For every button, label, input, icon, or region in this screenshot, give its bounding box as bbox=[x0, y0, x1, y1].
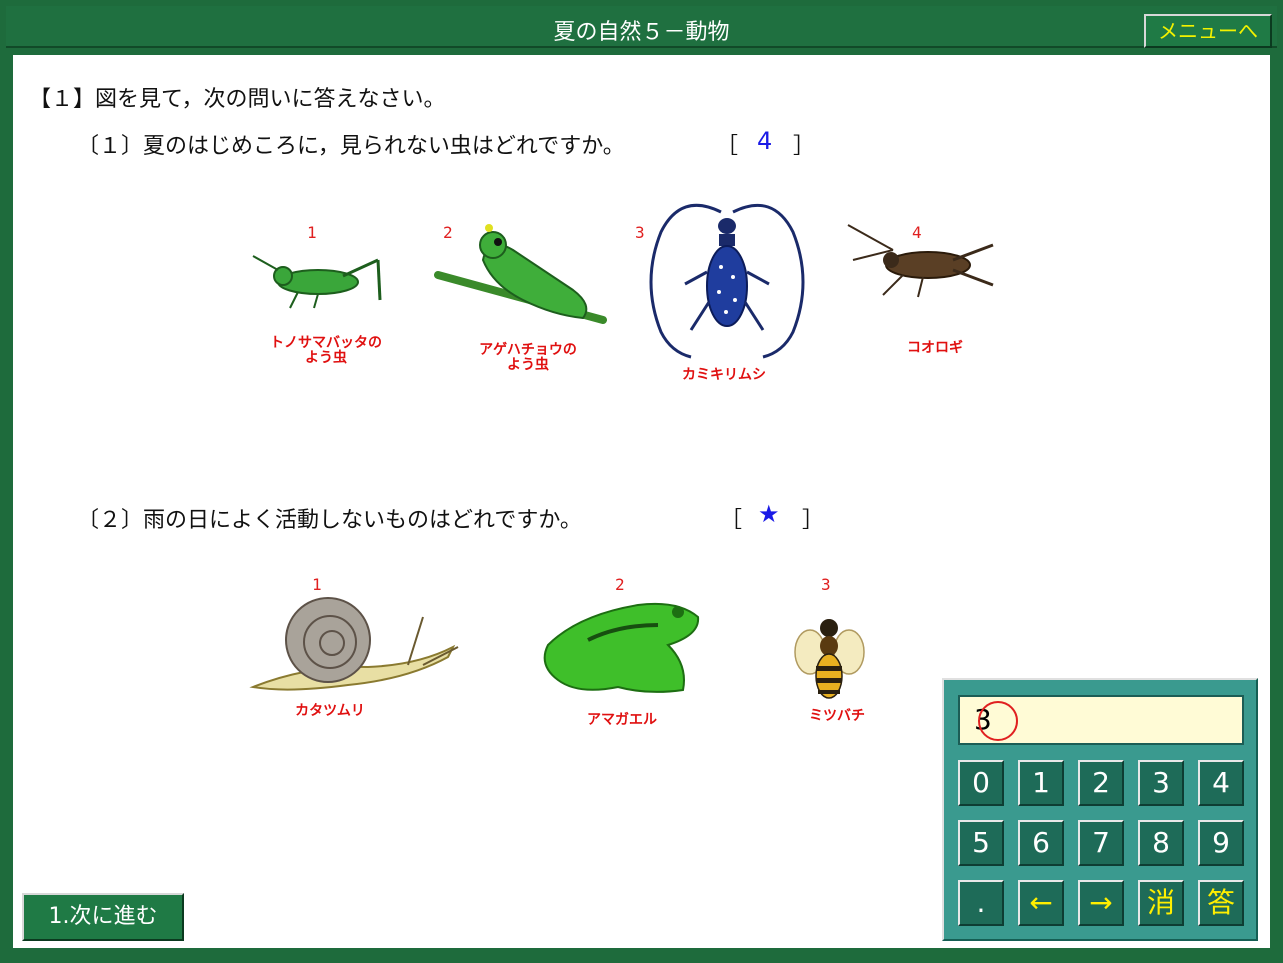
keypad: 3 0 1 2 3 4 5 6 7 8 9 . ← → 消 答 bbox=[942, 678, 1258, 941]
sub-question-2: 〔２〕雨の日によく活動しないものはどれですか。 bbox=[77, 508, 582, 533]
choice-label: トノサマバッタの よう虫 bbox=[270, 335, 382, 366]
key-8[interactable]: 8 bbox=[1138, 820, 1184, 866]
choice-label: ミツバチ bbox=[809, 708, 865, 724]
key-9[interactable]: 9 bbox=[1198, 820, 1244, 866]
key-right-arrow[interactable]: → bbox=[1078, 880, 1124, 926]
honeybee-icon bbox=[794, 619, 865, 699]
key-decimal[interactable]: . bbox=[958, 880, 1004, 926]
key-3[interactable]: 3 bbox=[1138, 760, 1184, 806]
key-6[interactable]: 6 bbox=[1018, 820, 1064, 866]
answer2-bracket-close: ］ bbox=[802, 508, 825, 533]
longhorn-beetle-icon bbox=[649, 203, 805, 359]
frog-icon bbox=[543, 602, 700, 693]
snail-icon bbox=[249, 597, 459, 691]
answer1-value[interactable]: 4 bbox=[757, 127, 772, 155]
keypad-display[interactable]: 3 bbox=[958, 695, 1244, 745]
choice-number: 1 bbox=[312, 575, 322, 594]
question-heading: 【１】図を見て，次の問いに答えなさい。 bbox=[29, 87, 446, 112]
key-0[interactable]: 0 bbox=[958, 760, 1004, 806]
key-left-arrow[interactable]: ← bbox=[1018, 880, 1064, 926]
sub-question-1: 〔１〕夏のはじめころに，見られない虫はどれですか。 bbox=[77, 134, 625, 159]
selection-circle bbox=[978, 701, 1018, 741]
title-bar: 夏の自然５－動物 メニューへ bbox=[6, 6, 1277, 48]
answer2-bracket-open: ［ bbox=[720, 508, 743, 533]
choice-label: アゲハチョウの よう虫 bbox=[479, 342, 577, 373]
choice-label: コオロギ bbox=[907, 340, 963, 356]
key-clear[interactable]: 消 bbox=[1138, 880, 1184, 926]
key-2[interactable]: 2 bbox=[1078, 760, 1124, 806]
key-4[interactable]: 4 bbox=[1198, 760, 1244, 806]
answer2-value[interactable]: ★ bbox=[758, 500, 780, 528]
key-1[interactable]: 1 bbox=[1018, 760, 1064, 806]
key-5[interactable]: 5 bbox=[958, 820, 1004, 866]
grasshopper-nymph-icon bbox=[252, 255, 382, 309]
app-window: 夏の自然５－動物 メニューへ 【１】図を見て，次の問いに答えなさい。 〔１〕夏の… bbox=[0, 0, 1283, 963]
key-answer[interactable]: 答 bbox=[1198, 880, 1244, 926]
answer1-bracket-open: ［ bbox=[716, 134, 739, 159]
answer1-bracket-close: ］ bbox=[793, 134, 816, 159]
next-button[interactable]: 1.次に進む bbox=[22, 893, 184, 941]
choice-number: 2 bbox=[615, 575, 625, 594]
choice-number: 3 bbox=[821, 575, 831, 594]
caterpillar-icon bbox=[434, 224, 607, 324]
key-7[interactable]: 7 bbox=[1078, 820, 1124, 866]
menu-button[interactable]: メニューへ bbox=[1144, 14, 1272, 48]
choice-number: 1 bbox=[307, 223, 317, 242]
window-title: 夏の自然５－動物 bbox=[553, 20, 730, 45]
choice-label: カタツムリ bbox=[295, 703, 365, 719]
choice-label: アマガエル bbox=[587, 712, 657, 728]
cricket-icon bbox=[847, 224, 994, 298]
choice-label: カミキリムシ bbox=[682, 367, 766, 383]
